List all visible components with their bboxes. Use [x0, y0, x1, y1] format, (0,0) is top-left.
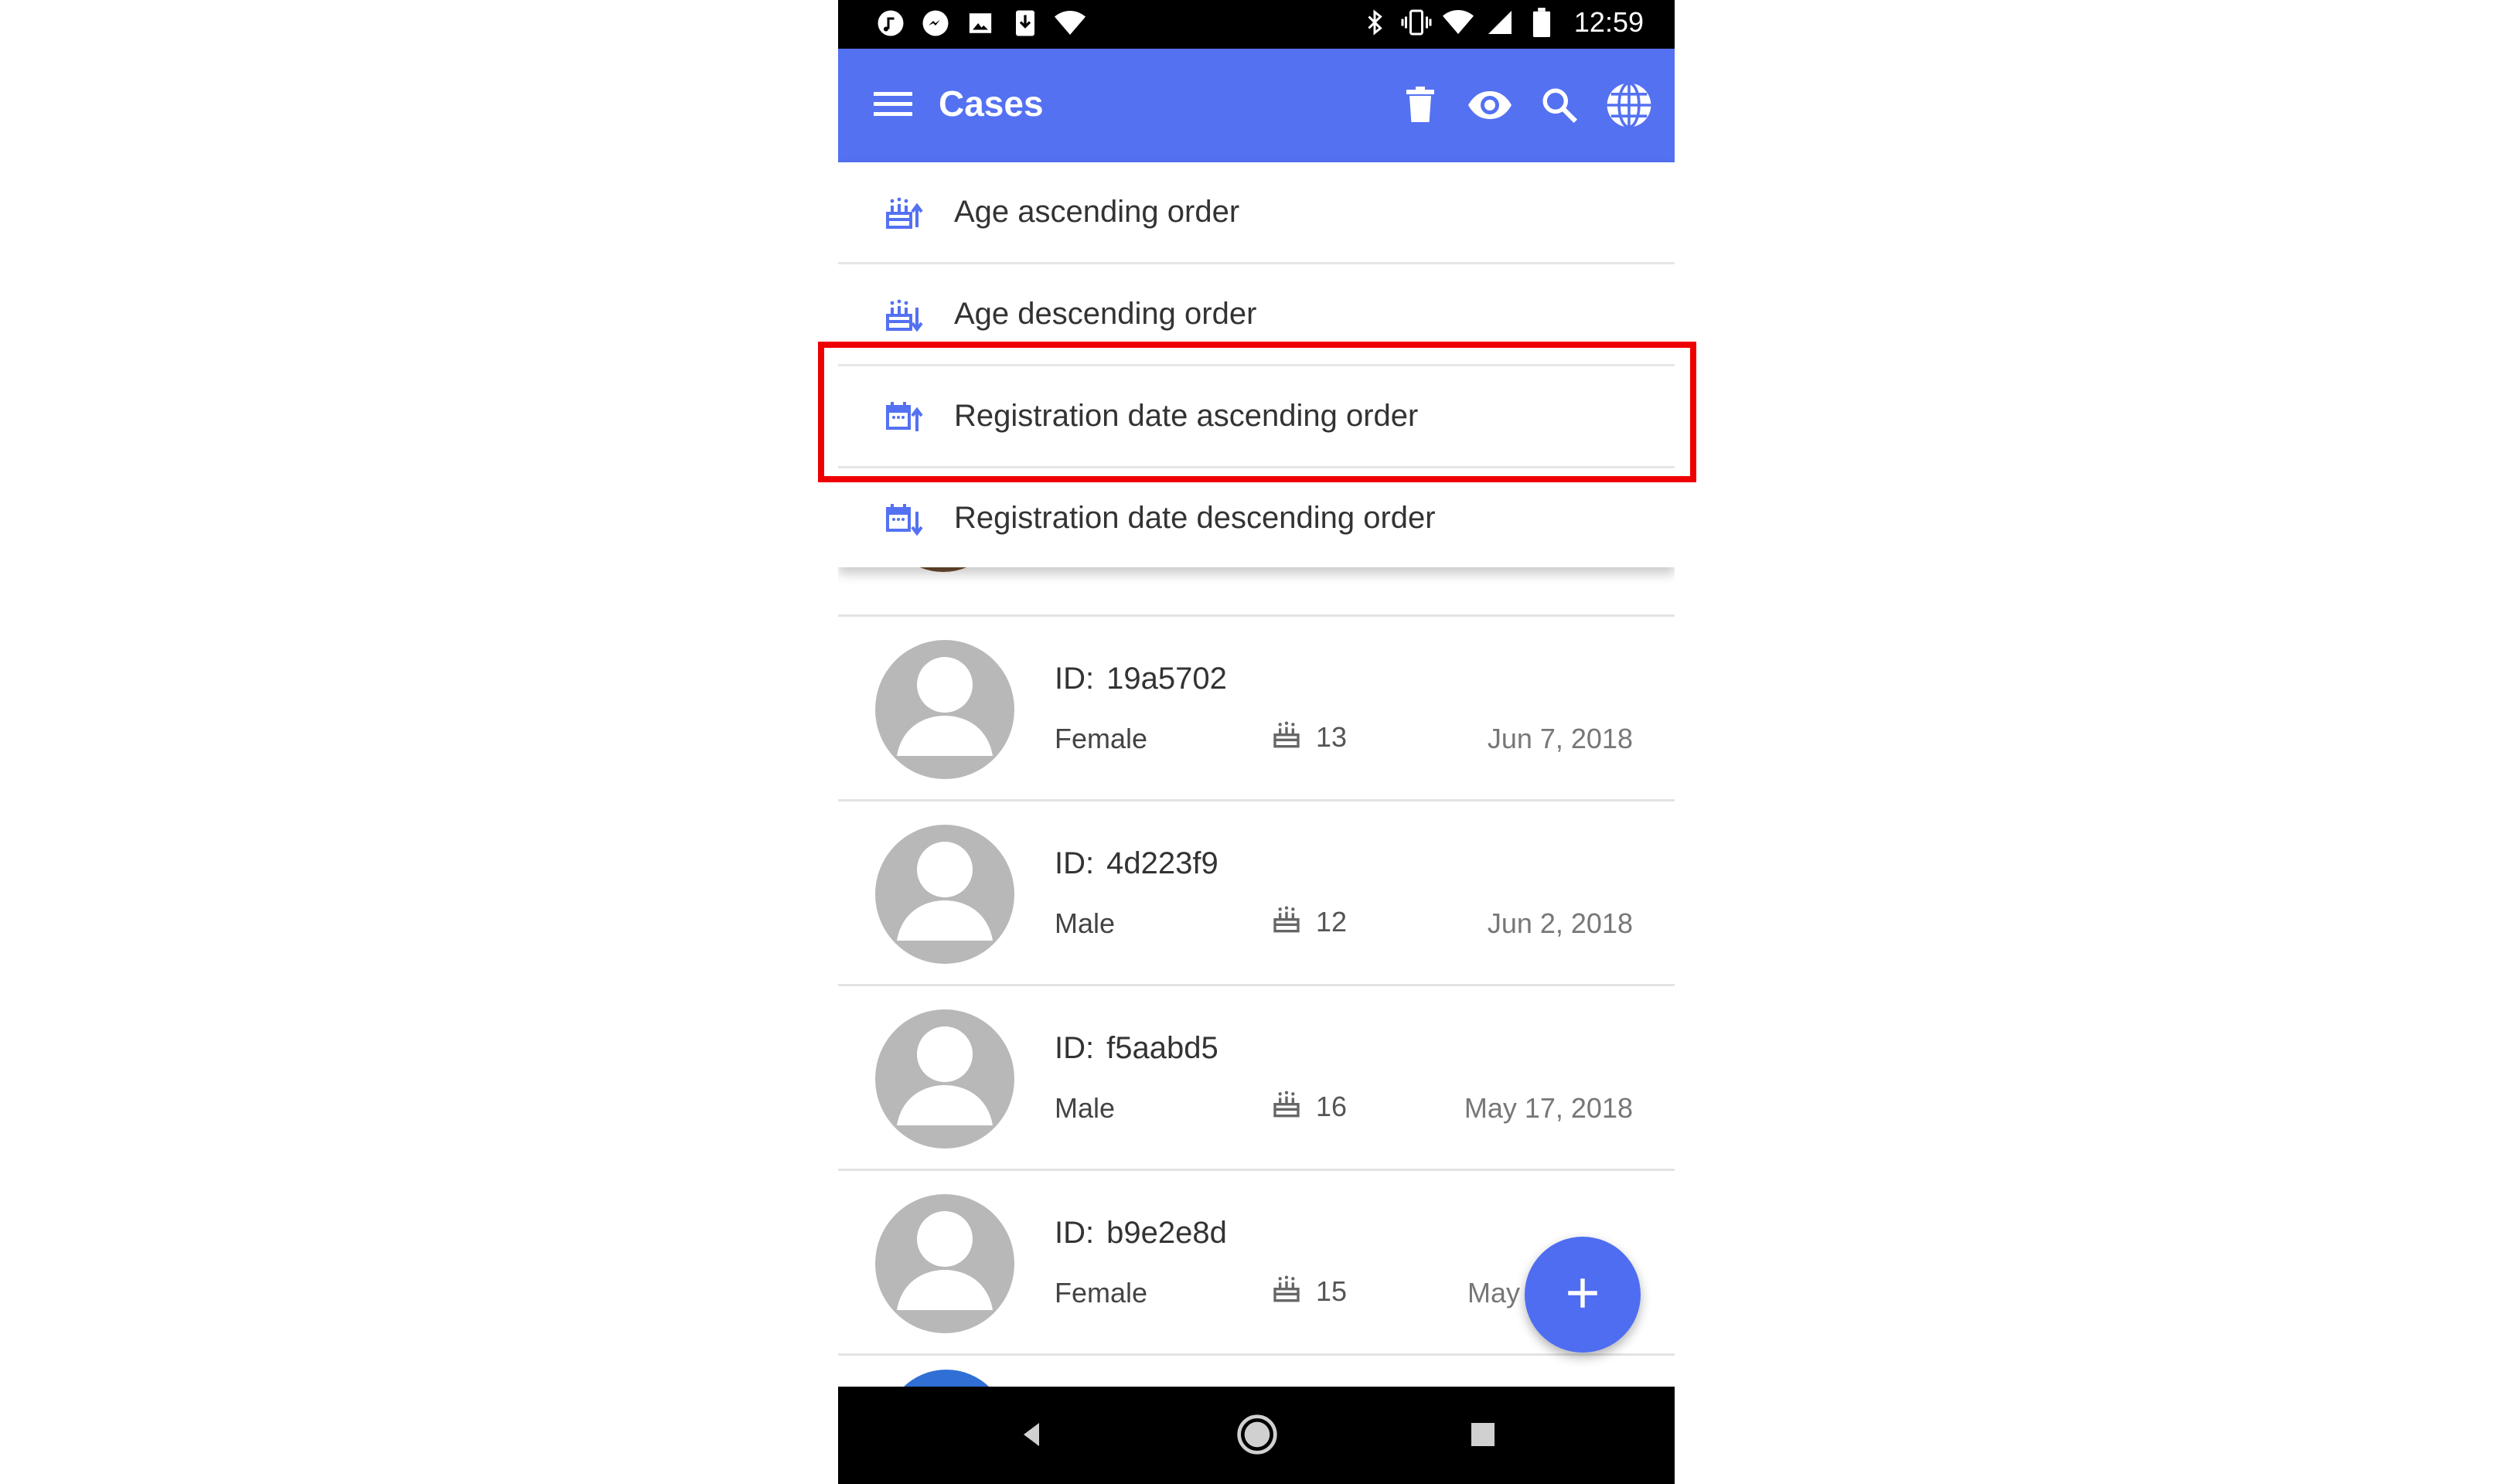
- case-gender: Female: [1055, 1277, 1148, 1309]
- case-id: ID: f5aabd5: [1055, 1031, 1218, 1065]
- delete-icon[interactable]: [1393, 78, 1447, 132]
- back-icon[interactable]: [1007, 1410, 1056, 1459]
- navigation-bar: [838, 1387, 1675, 1484]
- image-icon: [965, 8, 996, 39]
- case-date: May 17, 2018: [1464, 1092, 1633, 1124]
- case-age: 12: [1271, 903, 1347, 941]
- signal-icon: [1484, 7, 1515, 38]
- wifi-icon: [1442, 7, 1474, 38]
- music-icon: [875, 8, 906, 39]
- status-time: 12:59: [1573, 6, 1644, 38]
- case-gender: Female: [1055, 723, 1148, 754]
- case-row[interactable]: ID: 4d223f9 Male 12 Jun 2, 2018: [838, 802, 1675, 986]
- globe-icon[interactable]: [1602, 78, 1656, 132]
- cake-icon: [1271, 718, 1302, 756]
- cake-icon: [1271, 1272, 1302, 1310]
- cake-icon: [1271, 903, 1302, 941]
- case-row[interactable]: ID: 19a5702 Female 13 Jun 7, 2018: [838, 617, 1675, 802]
- app-bar: Cases: [838, 49, 1675, 162]
- home-icon[interactable]: [1232, 1410, 1282, 1459]
- avatar: [875, 640, 1014, 779]
- sort-item-label: Registration date descending order: [954, 501, 1436, 535]
- sort-item-label: Age ascending order: [954, 195, 1240, 229]
- avatar: [875, 1009, 1014, 1149]
- cake-icon: [1271, 1087, 1302, 1125]
- cake-sort-up-icon: [884, 193, 925, 230]
- avatar: [875, 825, 1014, 964]
- add-case-button[interactable]: [1525, 1237, 1641, 1353]
- phone-screen: 12:59 Cases ID: 19a5702 Female 13 Jun 7,…: [838, 0, 1675, 1484]
- calendar-sort-up-icon: [884, 397, 925, 434]
- sort-menu: Age ascending order Age descending order…: [838, 162, 1675, 567]
- sort-item-label: Registration date ascending order: [954, 399, 1419, 433]
- case-date: Jun 2, 2018: [1487, 907, 1633, 939]
- plus-icon: [1563, 1274, 1602, 1316]
- case-gender: Male: [1055, 907, 1116, 939]
- messenger-icon: [920, 8, 951, 39]
- calendar-sort-down-icon: [884, 499, 925, 536]
- sort-item-regdate-desc[interactable]: Registration date descending order: [838, 468, 1675, 568]
- page-title: Cases: [939, 83, 1044, 124]
- status-bar: 12:59: [838, 0, 1675, 49]
- case-age: 16: [1271, 1087, 1347, 1125]
- case-age: 13: [1271, 718, 1347, 756]
- wifi-icon: [1055, 8, 1086, 39]
- case-gender: Male: [1055, 1092, 1116, 1124]
- case-id: ID: 19a5702: [1055, 662, 1227, 696]
- case-row[interactable]: ID: f5aabd5 Male 16 May 17, 2018: [838, 986, 1675, 1171]
- menu-icon[interactable]: [874, 89, 914, 123]
- case-id: ID: 4d223f9: [1055, 846, 1218, 880]
- vibrate-icon: [1401, 7, 1432, 38]
- case-date: May: [1467, 1277, 1520, 1309]
- battery-icon: [1526, 7, 1557, 38]
- case-id: ID: b9e2e8d: [1055, 1216, 1227, 1250]
- eye-icon[interactable]: [1463, 78, 1517, 132]
- avatar: [875, 1194, 1014, 1333]
- recents-icon[interactable]: [1458, 1410, 1508, 1459]
- bluetooth-icon: [1359, 7, 1390, 38]
- download-icon: [1010, 8, 1041, 39]
- cake-sort-down-icon: [884, 295, 925, 332]
- sort-item-age-asc[interactable]: Age ascending order: [838, 162, 1675, 264]
- case-date: Jun 7, 2018: [1487, 723, 1633, 754]
- sort-item-regdate-asc[interactable]: Registration date ascending order: [838, 366, 1675, 468]
- case-list: ID: 19a5702 Female 13 Jun 7, 2018 ID: 4d22…: [838, 617, 1675, 1356]
- case-age: 15: [1271, 1272, 1347, 1310]
- search-icon[interactable]: [1532, 78, 1586, 132]
- sort-item-label: Age descending order: [954, 297, 1257, 331]
- sort-item-age-desc[interactable]: Age descending order: [838, 264, 1675, 366]
